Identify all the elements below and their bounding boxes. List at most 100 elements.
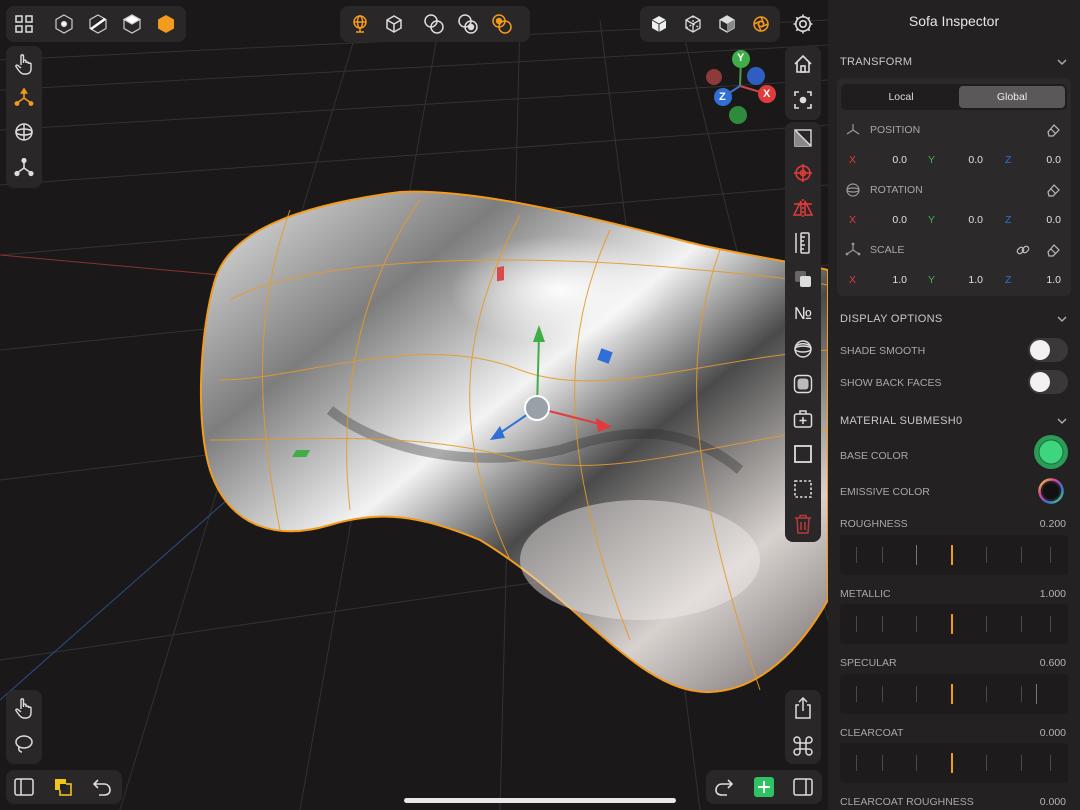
material-shading-icon[interactable] bbox=[711, 8, 743, 40]
panel-title: Sofa Inspector bbox=[908, 13, 1000, 29]
clearcoat-slider[interactable] bbox=[840, 743, 1068, 783]
link-icon[interactable] bbox=[1015, 242, 1031, 258]
roughness-slider[interactable] bbox=[840, 535, 1068, 575]
share-icon[interactable] bbox=[787, 692, 819, 724]
material-swatch-icon[interactable] bbox=[787, 368, 819, 400]
boolean-intersect-icon[interactable] bbox=[486, 8, 518, 40]
move-tool-icon[interactable] bbox=[8, 82, 40, 114]
marquee-select-icon[interactable] bbox=[787, 473, 819, 505]
base-color-swatch[interactable] bbox=[1032, 433, 1070, 471]
boolean-difference-icon[interactable] bbox=[452, 8, 484, 40]
chevron-down-icon[interactable] bbox=[1056, 313, 1068, 325]
reset-eraser-icon[interactable] bbox=[1045, 182, 1061, 198]
lasso-icon[interactable] bbox=[8, 728, 40, 760]
rotation-x-field[interactable]: 0.0 bbox=[867, 214, 907, 226]
scale-x-field[interactable]: 1.0 bbox=[867, 274, 907, 286]
touch-select-icon[interactable] bbox=[8, 48, 40, 80]
command-icon[interactable] bbox=[787, 730, 819, 762]
clearcoat-roughness-value: 0.000 bbox=[1039, 796, 1066, 808]
boolean-union-icon[interactable] bbox=[418, 8, 450, 40]
rotation-z-field[interactable]: 0.0 bbox=[1021, 214, 1061, 226]
object-mode-icon[interactable] bbox=[150, 8, 182, 40]
position-y-field[interactable]: 0.0 bbox=[943, 154, 983, 166]
duplicate-icon[interactable] bbox=[787, 263, 819, 295]
emissive-color-label: EMISSIVE COLOR bbox=[840, 486, 930, 498]
add-object-button[interactable] bbox=[748, 771, 780, 803]
focus-selection-icon[interactable] bbox=[787, 84, 819, 116]
position-icon bbox=[846, 124, 860, 135]
measure-ruler-icon[interactable] bbox=[787, 227, 819, 259]
clearcoat-roughness-label: CLEARCOAT ROUGHNESS bbox=[840, 796, 974, 808]
base-color-label: BASE COLOR bbox=[840, 450, 909, 462]
wireframe-shading-icon[interactable] bbox=[677, 8, 709, 40]
position-x-axis: X bbox=[849, 154, 857, 166]
undo-icon[interactable] bbox=[86, 771, 118, 803]
face-mode-icon[interactable] bbox=[116, 8, 148, 40]
scale-z-field[interactable]: 1.0 bbox=[1021, 274, 1061, 286]
shade-smooth-toggle[interactable] bbox=[1028, 338, 1068, 362]
rotation-y-axis: Y bbox=[928, 214, 936, 226]
global-mode-button[interactable]: Global bbox=[959, 86, 1065, 108]
bounding-box-icon[interactable] bbox=[787, 438, 819, 470]
rotate-tool-icon[interactable] bbox=[8, 116, 40, 148]
specular-slider[interactable] bbox=[840, 674, 1068, 714]
roughness-value: 0.200 bbox=[1039, 518, 1066, 530]
position-z-axis: Z bbox=[1005, 154, 1012, 166]
settings-gear-icon[interactable] bbox=[787, 8, 819, 40]
scale-label: SCALE bbox=[870, 244, 905, 256]
position-z-field[interactable]: 0.0 bbox=[1021, 154, 1061, 166]
local-mode-button[interactable]: Local bbox=[843, 86, 959, 108]
display-options-header[interactable]: DISPLAY OPTIONS bbox=[840, 313, 943, 325]
rotation-y-field[interactable]: 0.0 bbox=[943, 214, 983, 226]
material-header[interactable]: MATERIAL SUBMESH0 bbox=[840, 415, 962, 427]
chevron-down-icon[interactable] bbox=[1056, 56, 1068, 68]
metallic-value: 1.000 bbox=[1039, 588, 1066, 600]
scale-y-field[interactable]: 1.0 bbox=[943, 274, 983, 286]
solid-shading-icon[interactable] bbox=[643, 8, 675, 40]
roughness-label: ROUGHNESS bbox=[840, 518, 908, 530]
gizmo-label-z: Z bbox=[719, 91, 726, 103]
layers-icon[interactable] bbox=[47, 771, 79, 803]
inspector-panel: Sofa Inspector TRANSFORM Local Global PO… bbox=[828, 0, 1080, 810]
clearcoat-label: CLEARCOAT bbox=[840, 727, 904, 739]
metallic-slider[interactable] bbox=[840, 604, 1068, 644]
space-segmented-control: Local Global bbox=[841, 84, 1067, 110]
grid-menu-icon[interactable] bbox=[8, 8, 40, 40]
position-x-field[interactable]: 0.0 bbox=[867, 154, 907, 166]
specular-label: SPECULAR bbox=[840, 657, 897, 669]
local-space-icon[interactable] bbox=[378, 8, 410, 40]
delete-trash-icon[interactable] bbox=[787, 508, 819, 540]
number-label-text: № bbox=[793, 304, 813, 323]
reset-eraser-icon[interactable] bbox=[1045, 122, 1061, 138]
number-label-icon[interactable]: № bbox=[787, 298, 819, 330]
sphere-primitive-icon[interactable] bbox=[787, 333, 819, 365]
pan-hand-icon[interactable] bbox=[8, 692, 40, 724]
chevron-down-icon[interactable] bbox=[1056, 415, 1068, 427]
gizmo-label-x: X bbox=[763, 88, 771, 100]
render-shading-icon[interactable] bbox=[745, 8, 777, 40]
emissive-color-swatch[interactable] bbox=[1038, 478, 1064, 504]
scale-tool-icon[interactable] bbox=[8, 152, 40, 184]
mirror-tool-icon[interactable] bbox=[787, 192, 819, 224]
redo-icon[interactable] bbox=[708, 771, 740, 803]
clearcoat-value: 0.000 bbox=[1039, 727, 1066, 739]
scale-icon bbox=[845, 242, 861, 256]
home-view-icon[interactable] bbox=[787, 48, 819, 80]
show-back-faces-toggle[interactable] bbox=[1028, 370, 1068, 394]
reset-eraser-icon[interactable] bbox=[1045, 242, 1061, 258]
rotation-z-axis: Z bbox=[1005, 214, 1012, 226]
world-space-icon[interactable] bbox=[344, 8, 376, 40]
rotation-label: ROTATION bbox=[870, 184, 923, 196]
snap-target-icon[interactable] bbox=[787, 157, 819, 189]
vertex-mode-icon[interactable] bbox=[48, 8, 80, 40]
shade-smooth-label: SHADE SMOOTH bbox=[840, 345, 926, 357]
home-indicator[interactable] bbox=[404, 798, 676, 803]
add-to-library-icon[interactable] bbox=[787, 403, 819, 435]
transform-header[interactable]: TRANSFORM bbox=[840, 56, 912, 68]
scale-z-axis: Z bbox=[1005, 274, 1012, 286]
sidebar-left-icon[interactable] bbox=[8, 771, 40, 803]
xray-toggle-icon[interactable] bbox=[787, 122, 819, 154]
edge-mode-icon[interactable] bbox=[82, 8, 114, 40]
3d-viewport[interactable]: Y X Z № bbox=[0, 0, 828, 810]
sidebar-right-icon[interactable] bbox=[787, 771, 819, 803]
